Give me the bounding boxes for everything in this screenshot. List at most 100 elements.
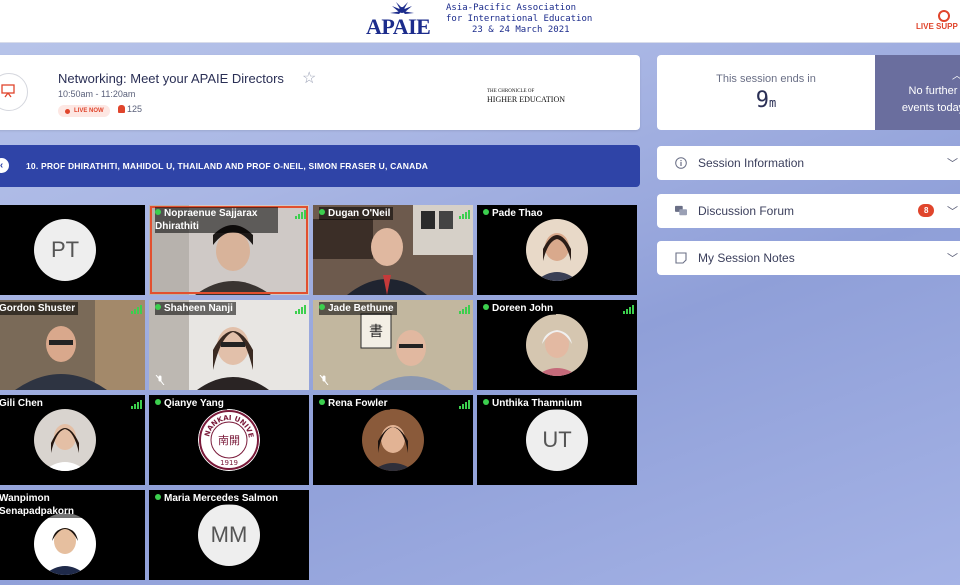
participant-name-text: Gordon Shuster xyxy=(0,303,76,314)
microphone-muted-icon xyxy=(155,375,165,385)
online-status-icon xyxy=(319,399,325,405)
viewer-count-value: 125 xyxy=(127,104,143,114)
online-status-icon xyxy=(155,399,161,405)
support-icon xyxy=(938,10,950,22)
presentation-icon xyxy=(0,73,28,111)
room-title: 10. PROF DHIRATHITI, MAHIDOL U, THAILAND… xyxy=(26,161,429,171)
countdown-number: 9 xyxy=(755,88,769,113)
countdown-unit: m xyxy=(769,96,777,110)
next-events-text: No further events today xyxy=(893,83,960,117)
participant-name: Doreen John xyxy=(483,302,557,315)
participant-name-text: Doreen John xyxy=(492,303,554,314)
online-status-icon xyxy=(155,304,161,310)
participant-initials: PT xyxy=(34,219,96,281)
participant-name-text: Maria Mercedes Salmon xyxy=(164,493,278,504)
participant-avatar xyxy=(526,219,588,281)
participant-tile-active-speaker[interactable]: Nopraenue Sajjarax Dhirathiti xyxy=(149,205,309,295)
association-line-1: Asia-Pacific Association xyxy=(446,3,577,13)
participant-name: Unthika Thamnium xyxy=(483,397,586,410)
participant-avatar xyxy=(526,314,588,376)
participant-initials: UT xyxy=(526,409,588,471)
signal-strength-icon xyxy=(623,305,634,314)
discussion-forum-panel[interactable]: Discussion Forum 8 ﹀ xyxy=(657,194,960,228)
participant-tile[interactable]: MM Maria Mercedes Salmon xyxy=(149,490,309,580)
back-arrow-icon[interactable]: ‹ xyxy=(0,158,9,173)
participant-name: Pade Thao xyxy=(483,207,546,220)
note-icon xyxy=(675,252,687,264)
participant-name-text: Wanpimon Senapadpakorn xyxy=(0,493,75,517)
participant-name: Nopraenue Sajjarax Dhirathiti xyxy=(155,207,278,233)
event-dates: 23 & 24 March 2021 xyxy=(472,25,570,35)
online-status-icon xyxy=(155,494,161,500)
participant-tile[interactable]: Gili Chen xyxy=(0,395,145,485)
participant-name-text: Dugan O'Neil xyxy=(328,208,391,219)
countdown-value: 9m xyxy=(657,88,875,113)
session-notes-label: My Session Notes xyxy=(698,251,795,265)
signal-strength-icon xyxy=(459,400,470,409)
participant-name-text: Shaheen Nanji xyxy=(164,303,233,314)
person-icon xyxy=(118,105,125,113)
participant-tile[interactable]: Wanpimon Senapadpakorn xyxy=(0,490,145,580)
participant-tile[interactable]: 書 Jade Bethune xyxy=(313,300,473,390)
participant-name: Rena Fowler xyxy=(319,397,391,410)
participant-tile[interactable]: Shaheen Nanji xyxy=(149,300,309,390)
participant-initials: MM xyxy=(198,504,260,566)
sponsor-line-1: THE CHRONICLE OF xyxy=(487,89,535,94)
chat-bubbles-icon xyxy=(675,205,687,216)
session-card: Networking: Meet your APAIE Directors ☆ … xyxy=(0,55,640,130)
participant-name: Shaheen Nanji xyxy=(155,302,236,315)
live-support-button[interactable]: LIVE SUPP xyxy=(916,10,960,31)
participant-name-text: Qianye Yang xyxy=(164,398,224,409)
discussion-forum-label: Discussion Forum xyxy=(698,204,795,218)
svg-text:書: 書 xyxy=(369,324,383,340)
online-status-icon xyxy=(483,304,489,310)
participant-name-text: Pade Thao xyxy=(492,208,543,219)
session-information-panel[interactable]: Session Information ﹀ xyxy=(657,146,960,180)
participant-name: Gili Chen xyxy=(0,397,46,410)
live-support-label: LIVE SUPP xyxy=(916,22,958,31)
participant-name-text: Rena Fowler xyxy=(328,398,388,409)
sponsor-logo: THE CHRONICLE OF HIGHER EDUCATION xyxy=(487,88,565,104)
participant-name-text: Gili Chen xyxy=(0,398,43,409)
favorite-star-icon[interactable]: ☆ xyxy=(302,68,316,88)
participant-tile[interactable]: UT Unthika Thamnium xyxy=(477,395,637,485)
session-information-label: Session Information xyxy=(698,156,805,170)
seal-glyphs: 南開 xyxy=(218,434,240,447)
signal-strength-icon xyxy=(459,305,470,314)
signal-strength-icon xyxy=(295,305,306,314)
participant-name: Dugan O'Neil xyxy=(319,207,394,220)
online-status-icon xyxy=(155,209,161,215)
association-name: Asia-Pacific Association for Internation… xyxy=(446,3,592,36)
session-countdown-card: This session ends in 9m xyxy=(657,55,875,130)
seal-year: 1919 xyxy=(220,459,238,467)
online-status-icon xyxy=(483,399,489,405)
sponsor-line-2: HIGHER EDUCATION xyxy=(487,95,565,104)
participant-tile[interactable]: Doreen John xyxy=(477,300,637,390)
apaie-wordmark: APAIE xyxy=(366,14,431,39)
microphone-muted-icon xyxy=(319,375,329,385)
participant-name: Wanpimon Senapadpakorn xyxy=(0,492,92,518)
participant-tile[interactable]: NANKAI UNIVERSITY 南開 1919 Qianye Yang xyxy=(149,395,309,485)
participant-tile[interactable]: Dugan O'Neil xyxy=(313,205,473,295)
participant-name-text: Unthika Thamnium xyxy=(492,398,583,409)
participant-tile[interactable]: Rena Fowler xyxy=(313,395,473,485)
info-icon xyxy=(675,157,687,169)
next-events-card[interactable]: ︿ No further events today xyxy=(875,55,960,130)
participant-tile[interactable]: Pade Thao xyxy=(477,205,637,295)
participant-avatar xyxy=(362,409,424,471)
next-events-line-2: events today xyxy=(901,102,960,114)
participant-tile[interactable]: PT xyxy=(0,205,145,295)
chevron-up-icon: ︿ xyxy=(952,67,960,82)
chevron-down-icon: ﹀ xyxy=(947,158,958,170)
session-time: 10:50am - 11:20am xyxy=(58,89,136,99)
session-title: Networking: Meet your APAIE Directors xyxy=(58,71,284,86)
participant-avatar xyxy=(34,409,96,471)
viewer-count: 125 xyxy=(118,104,142,114)
chevron-down-icon: ﹀ xyxy=(947,206,958,218)
participant-name: Gordon Shuster xyxy=(0,302,79,315)
participant-tile[interactable]: Gordon Shuster xyxy=(0,300,145,390)
participant-name: Maria Mercedes Salmon xyxy=(155,492,281,505)
countdown-label: This session ends in xyxy=(716,73,816,85)
session-notes-panel[interactable]: My Session Notes ﹀ xyxy=(657,241,960,275)
signal-strength-icon xyxy=(295,210,306,219)
